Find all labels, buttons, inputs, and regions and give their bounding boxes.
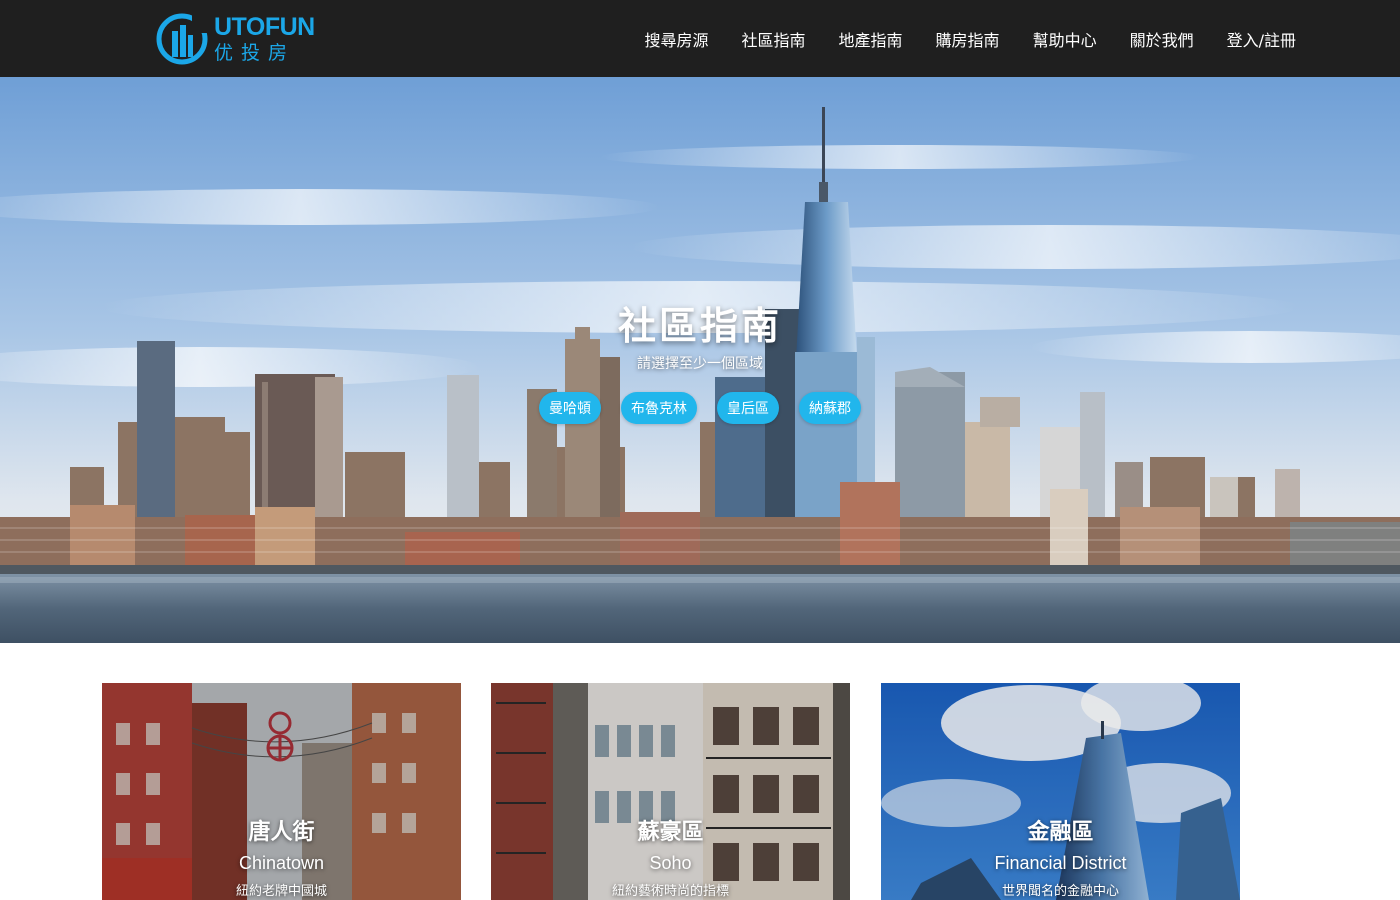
borough-selector: 曼哈頓 布魯克林 皇后區 納蘇郡: [0, 392, 1400, 424]
logo-wordmark: UTOFUN 优投房: [214, 15, 315, 63]
logo-icon: [156, 13, 208, 65]
nav-about-us[interactable]: 關於我們: [1130, 27, 1194, 51]
neighborhood-cards: 唐人街 Chinatown 紐約老牌中國城 蘇豪區 Soho 紐約藝術時尚的指標…: [102, 683, 1240, 900]
borough-button-brooklyn[interactable]: 布魯克林: [621, 392, 697, 424]
nav-help-center[interactable]: 幫助中心: [1033, 27, 1097, 51]
borough-button-queens[interactable]: 皇后區: [717, 392, 779, 424]
card-english-name: Financial District: [994, 853, 1127, 873]
site-logo[interactable]: UTOFUN 优投房: [156, 12, 326, 66]
borough-button-nassau[interactable]: 納蘇郡: [799, 392, 861, 424]
logo-english-text: UTOFUN: [214, 13, 315, 41]
nav-login-register[interactable]: 登入/註冊: [1227, 27, 1296, 51]
neighborhood-card-financial-district[interactable]: 金融區 Financial District 世界聞名的金融中心: [881, 683, 1240, 900]
logo-chinese-text: 优投房: [214, 42, 296, 64]
card-description: 紐約老牌中國城: [235, 884, 327, 899]
hero-title: 社區指南: [617, 304, 782, 348]
nav-search-listings[interactable]: 搜尋房源: [645, 27, 709, 51]
card-title: 蘇豪區: [637, 820, 704, 845]
borough-button-manhattan[interactable]: 曼哈頓: [539, 392, 601, 424]
card-title: 金融區: [1027, 820, 1094, 845]
card-description: 世界聞名的金融中心: [1001, 884, 1119, 899]
card-description: 紐約藝術時尚的指標: [611, 884, 729, 899]
card-title: 唐人街: [248, 820, 315, 845]
neighborhood-card-soho[interactable]: 蘇豪區 Soho 紐約藝術時尚的指標: [491, 683, 850, 900]
card-english-name: Chinatown: [238, 853, 325, 873]
hero-banner: 社區指南 請選擇至少一個區域 曼哈頓 布魯克林 皇后區 納蘇郡: [0, 77, 1400, 643]
nav-buying-guide[interactable]: 購房指南: [936, 27, 1000, 51]
site-header: UTOFUN 优投房 搜尋房源 社區指南 地產指南 購房指南 幫助中心 關於我們…: [0, 0, 1400, 77]
hero-subtitle: 請選擇至少一個區域: [637, 356, 763, 372]
neighborhood-card-chinatown[interactable]: 唐人街 Chinatown 紐約老牌中國城: [102, 683, 461, 900]
nav-real-estate-guide[interactable]: 地產指南: [839, 27, 903, 51]
card-english-name: Soho: [649, 853, 692, 873]
nav-community-guide[interactable]: 社區指南: [742, 27, 806, 51]
main-nav: 搜尋房源 社區指南 地產指南 購房指南 幫助中心 關於我們 登入/註冊: [612, 0, 1297, 77]
